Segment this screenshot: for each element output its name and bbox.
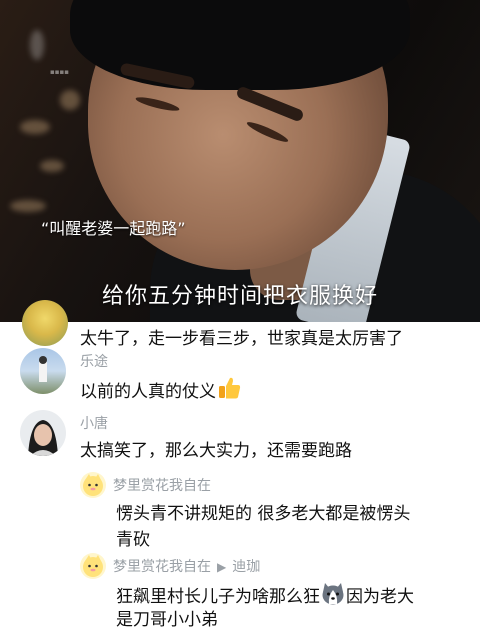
reply-text-line: 是刀哥小小弟 [116,610,218,630]
background-light [60,90,80,110]
comment-text: 太牛了，走一步看三步，世家真是太厉害了 [80,329,403,349]
husky-dog-icon [320,582,346,614]
reply-text-part: 狂飙里村长儿子为啥那么狂 [116,587,320,607]
background-light [40,160,64,172]
video-quote-title: “叫醒老婆一起跑路” [41,219,186,238]
comment-text: 以前的人真的仗义 [80,375,242,408]
background-light [10,200,46,212]
reply-arrow-icon: ▶ [217,560,227,574]
video-subtitle: 给你五分钟时间把衣服换好 [101,284,378,309]
comment-text: 太搞笑了，那么大实力，还需要跑路 [80,441,352,461]
avatar[interactable] [20,348,66,394]
reply-text-line: 愣头青不讲规矩的 很多老大都是被愣头 [116,504,411,524]
avatar[interactable] [22,300,68,346]
reply-text-line: 青砍 [116,530,150,550]
background-light [20,120,50,134]
comment-username[interactable]: 小唐 [80,413,108,433]
reply-avatar[interactable] [80,553,106,579]
reply-header: 梦里赏花我自在 ▶ 迪珈 [113,556,260,576]
video-watermark-icon: ▪▪▪▪ [50,68,69,76]
reply-username[interactable]: 梦里赏花我自在 [113,475,211,495]
comment-username[interactable]: 乐途 [80,351,108,371]
thumbs-up-icon [216,375,242,408]
comment-text-body: 以前的人真的仗义 [80,382,216,402]
reply-username[interactable]: 梦里赏花我自在 [113,559,211,575]
reply-to-username[interactable]: 迪珈 [232,559,260,575]
background-light [30,30,44,60]
avatar[interactable] [20,410,66,456]
reply-avatar[interactable] [80,472,106,498]
man-hair [70,0,410,90]
video-frame[interactable]: ▪▪▪▪ “叫醒老婆一起跑路” 给你五分钟时间把衣服换好 [0,0,480,322]
reply-text-part: 因为老大 [346,587,414,607]
